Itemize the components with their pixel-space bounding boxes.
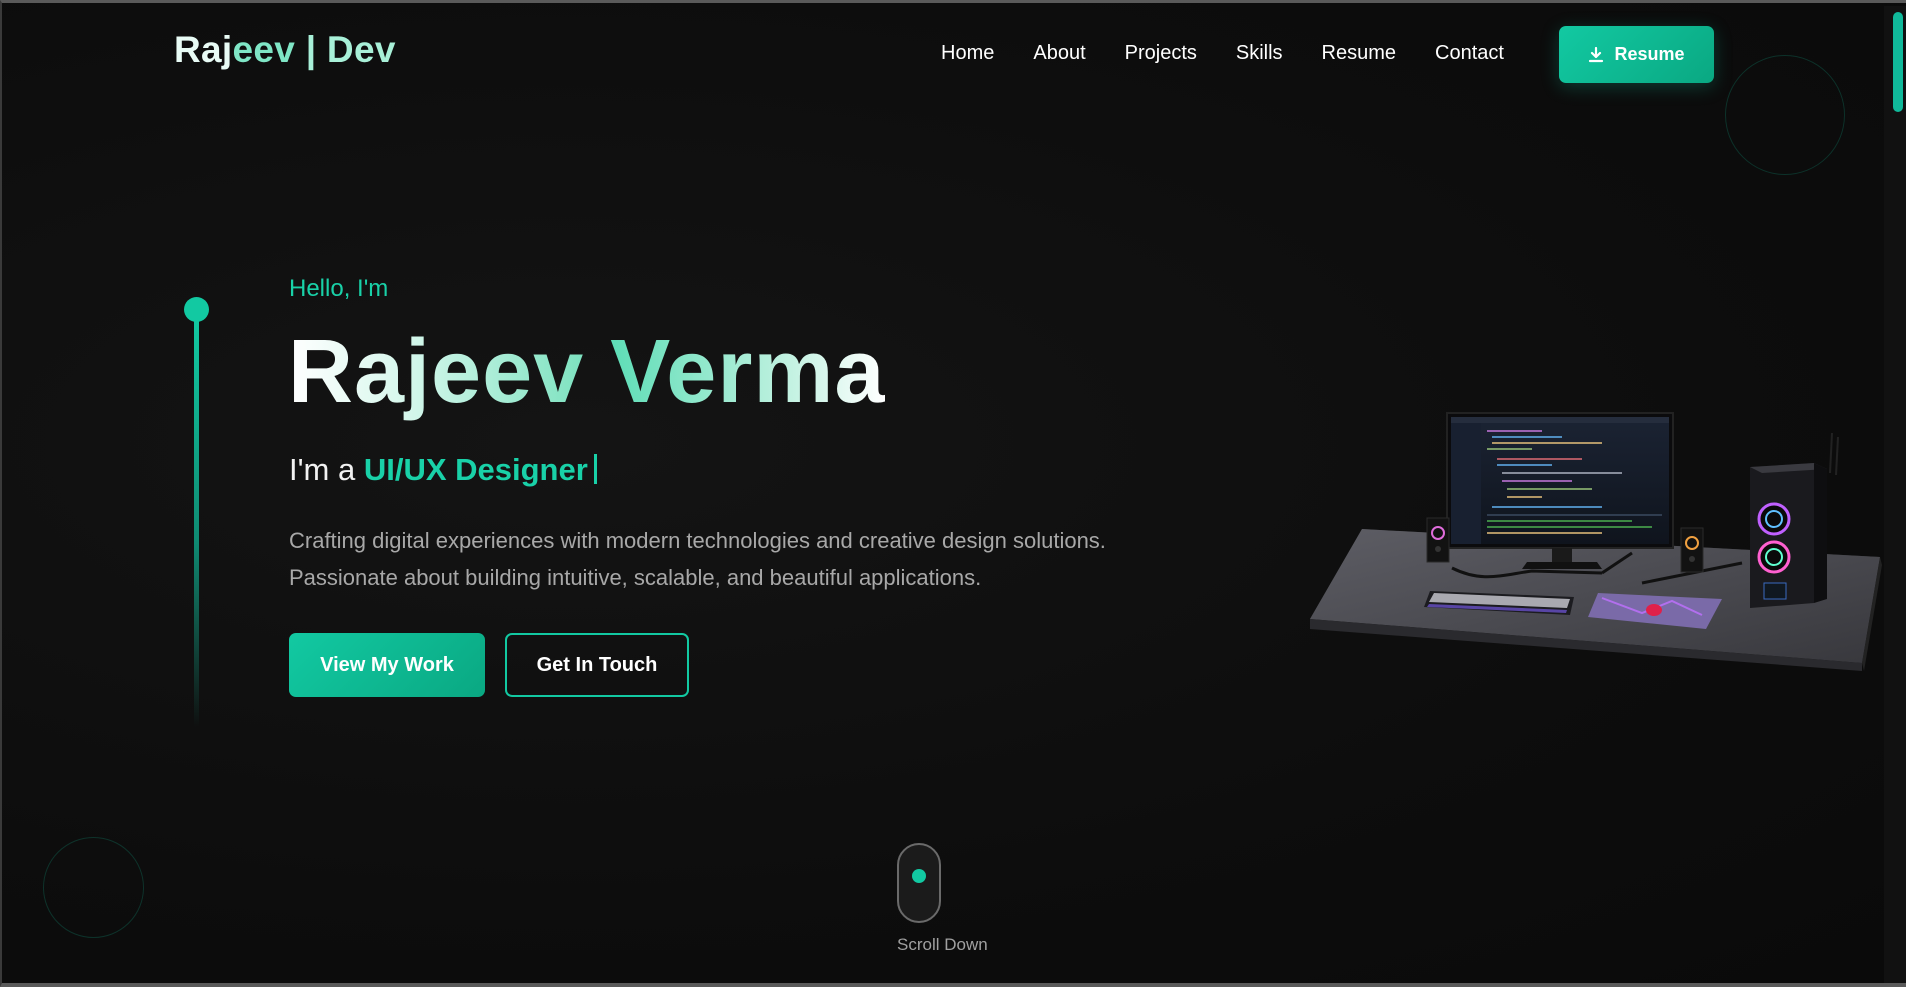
description-line-1: Crafting digital experiences with modern… xyxy=(289,528,1106,553)
nav-skills[interactable]: Skills xyxy=(1236,42,1283,65)
role-prefix: I'm a xyxy=(289,452,364,487)
brand-part-3: | Dev xyxy=(295,29,396,70)
brand-part-2: eev xyxy=(232,29,296,70)
nav-resume[interactable]: Resume xyxy=(1322,42,1396,65)
hero-role: I'm a UI/UX Designer xyxy=(289,452,597,488)
decorative-circle-bottom xyxy=(43,837,144,938)
main-nav: Home About Projects Skills Resume Contac… xyxy=(941,42,1504,65)
scroll-wheel-dot xyxy=(912,869,926,883)
description-line-2: Passionate about building intuitive, sca… xyxy=(289,565,982,590)
nav-contact[interactable]: Contact xyxy=(1435,42,1504,65)
hero-first-name: Rajeev xyxy=(288,322,585,422)
decorative-circle-top xyxy=(1725,55,1845,175)
hero-description: Crafting digital experiences with modern… xyxy=(289,522,1189,596)
timeline-line xyxy=(194,319,199,727)
scroll-down-indicator[interactable] xyxy=(897,843,941,923)
resume-button-label: Resume xyxy=(1614,44,1685,64)
hero-name: Rajeev Verma xyxy=(288,323,885,422)
page-scrollbar[interactable] xyxy=(1884,6,1906,983)
brand-logo[interactable]: Rajeev | Dev xyxy=(174,29,396,71)
hero-last-name: Verma xyxy=(610,322,886,422)
download-icon xyxy=(1589,46,1604,62)
scroll-down-label: Scroll Down xyxy=(897,935,988,954)
nav-home[interactable]: Home xyxy=(941,42,994,65)
brand-part-1: Raj xyxy=(174,29,233,70)
desk-setup-illustration xyxy=(1302,403,1882,683)
nav-about[interactable]: About xyxy=(1033,42,1085,65)
nav-projects[interactable]: Projects xyxy=(1125,42,1197,65)
typing-cursor xyxy=(593,454,597,484)
hero-greeting: Hello, I'm xyxy=(289,275,389,302)
role-text: UI/UX Designer xyxy=(363,452,588,487)
resume-download-button[interactable]: Resume xyxy=(1559,26,1714,83)
view-my-work-button[interactable]: View My Work xyxy=(289,633,485,697)
get-in-touch-button[interactable]: Get In Touch xyxy=(505,633,689,697)
scrollbar-thumb[interactable] xyxy=(1893,12,1903,112)
page-frame: Rajeev | Dev Home About Projects Skills … xyxy=(0,0,1906,987)
